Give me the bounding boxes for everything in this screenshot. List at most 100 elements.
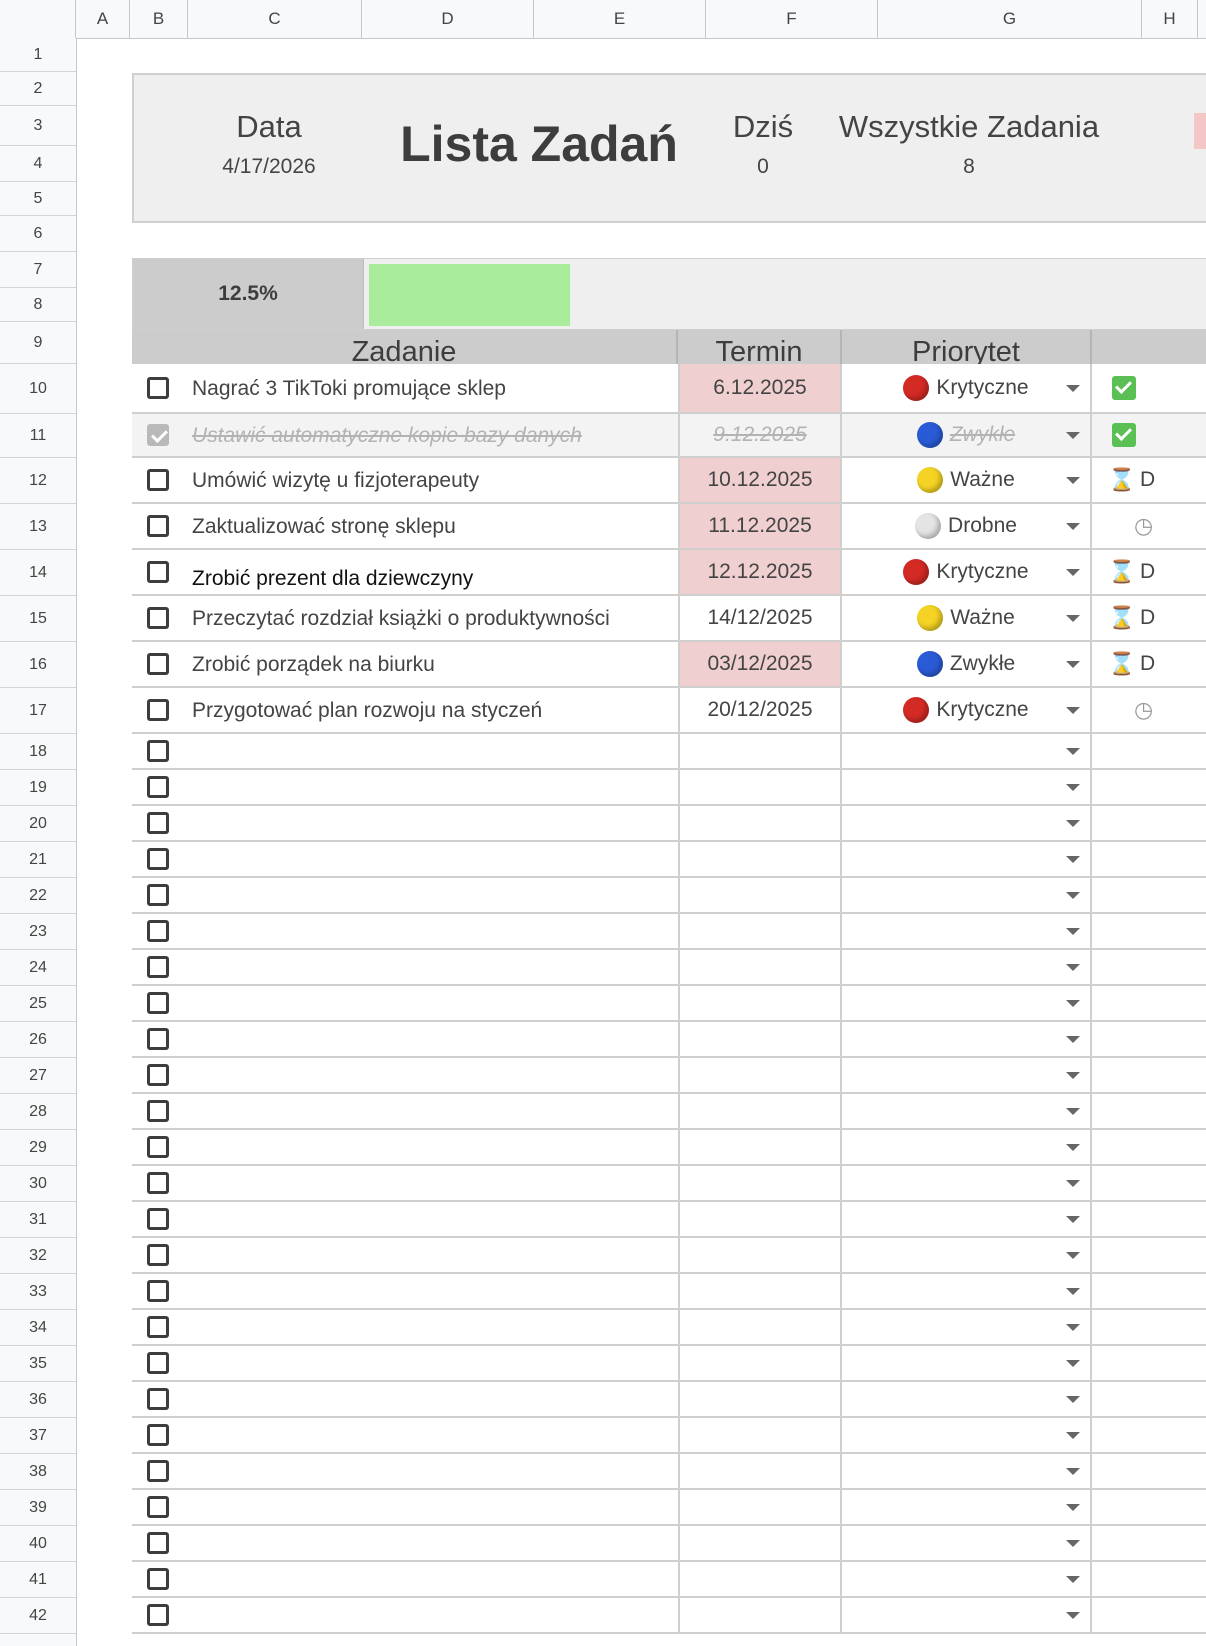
due-date-cell[interactable]: 9.12.2025 <box>678 414 842 456</box>
chevron-down-icon[interactable] <box>1066 385 1080 392</box>
column-header-b[interactable]: B <box>130 0 188 38</box>
chevron-down-icon[interactable] <box>1066 1180 1080 1187</box>
priority-dropdown[interactable] <box>842 1094 1092 1128</box>
task-checkbox[interactable] <box>147 1316 169 1338</box>
priority-dropdown[interactable] <box>842 842 1092 876</box>
column-header-e[interactable]: E <box>534 0 706 38</box>
due-date-cell[interactable] <box>678 1418 842 1452</box>
row-header-5[interactable]: 5 <box>0 182 76 216</box>
column-header-a[interactable]: A <box>76 0 130 38</box>
due-date-cell[interactable] <box>678 950 842 984</box>
row-header-24[interactable]: 24 <box>0 950 76 986</box>
task-checkbox[interactable] <box>147 515 169 537</box>
due-date-cell[interactable] <box>678 878 842 912</box>
priority-dropdown[interactable]: Krytyczne <box>842 550 1092 594</box>
row-header-42[interactable]: 42 <box>0 1598 76 1634</box>
chevron-down-icon[interactable] <box>1066 1288 1080 1295</box>
row-header-10[interactable]: 10 <box>0 364 76 414</box>
chevron-down-icon[interactable] <box>1066 432 1080 439</box>
task-checkbox[interactable] <box>147 1460 169 1482</box>
chevron-down-icon[interactable] <box>1066 784 1080 791</box>
due-date-cell[interactable] <box>678 1022 842 1056</box>
chevron-down-icon[interactable] <box>1066 856 1080 863</box>
priority-dropdown[interactable] <box>842 1526 1092 1560</box>
priority-dropdown[interactable]: Krytyczne <box>842 364 1092 412</box>
row-header-7[interactable]: 7 <box>0 252 76 288</box>
task-checkbox[interactable] <box>147 1604 169 1626</box>
chevron-down-icon[interactable] <box>1066 477 1080 484</box>
priority-dropdown[interactable]: Ważne <box>842 458 1092 502</box>
chevron-down-icon[interactable] <box>1066 1000 1080 1007</box>
due-date-cell[interactable] <box>678 1526 842 1560</box>
row-header-41[interactable]: 41 <box>0 1562 76 1598</box>
task-checkbox[interactable] <box>147 1244 169 1266</box>
priority-dropdown[interactable] <box>842 1598 1092 1632</box>
task-checkbox[interactable] <box>147 1064 169 1086</box>
task-checkbox[interactable] <box>147 1208 169 1230</box>
due-date-cell[interactable] <box>678 1454 842 1488</box>
task-checkbox[interactable] <box>147 653 169 675</box>
due-date-cell[interactable]: 03/12/2025 <box>678 642 842 686</box>
task-name[interactable]: Zaktualizować stronę sklepu <box>192 515 456 539</box>
task-checkbox[interactable] <box>147 992 169 1014</box>
task-checkbox[interactable] <box>147 377 169 399</box>
select-all-corner[interactable] <box>0 0 76 38</box>
row-header-14[interactable]: 14 <box>0 550 76 596</box>
due-date-cell[interactable]: 11.12.2025 <box>678 504 842 548</box>
chevron-down-icon[interactable] <box>1066 964 1080 971</box>
chevron-down-icon[interactable] <box>1066 1396 1080 1403</box>
row-header-25[interactable]: 25 <box>0 986 76 1022</box>
row-header-36[interactable]: 36 <box>0 1382 76 1418</box>
priority-dropdown[interactable] <box>842 878 1092 912</box>
priority-dropdown[interactable] <box>842 1490 1092 1524</box>
row-header-30[interactable]: 30 <box>0 1166 76 1202</box>
priority-dropdown[interactable] <box>842 986 1092 1020</box>
column-header-f[interactable]: F <box>706 0 878 38</box>
task-checkbox[interactable] <box>147 1136 169 1158</box>
chevron-down-icon[interactable] <box>1066 1036 1080 1043</box>
chevron-down-icon[interactable] <box>1066 820 1080 827</box>
priority-dropdown[interactable]: Ważne <box>842 596 1092 640</box>
row-header-40[interactable]: 40 <box>0 1526 76 1562</box>
row-header-12[interactable]: 12 <box>0 458 76 504</box>
row-header-11[interactable]: 11 <box>0 414 76 458</box>
chevron-down-icon[interactable] <box>1066 1576 1080 1583</box>
task-checkbox[interactable] <box>147 1352 169 1374</box>
task-checkbox[interactable] <box>147 812 169 834</box>
due-date-cell[interactable] <box>678 1274 842 1308</box>
priority-dropdown[interactable]: Krytyczne <box>842 688 1092 732</box>
priority-dropdown[interactable]: Zwykłe <box>842 642 1092 686</box>
priority-dropdown[interactable] <box>842 1562 1092 1596</box>
due-date-cell[interactable] <box>678 1598 842 1632</box>
chevron-down-icon[interactable] <box>1066 661 1080 668</box>
due-date-cell[interactable] <box>678 1346 842 1380</box>
due-date-cell[interactable] <box>678 914 842 948</box>
priority-dropdown[interactable] <box>842 1382 1092 1416</box>
row-header-1[interactable]: 1 <box>0 38 76 72</box>
task-checkbox[interactable] <box>147 1388 169 1410</box>
task-checkbox[interactable] <box>147 1532 169 1554</box>
chevron-down-icon[interactable] <box>1066 928 1080 935</box>
chevron-down-icon[interactable] <box>1066 1540 1080 1547</box>
due-date-cell[interactable] <box>678 1202 842 1236</box>
priority-dropdown[interactable] <box>842 1202 1092 1236</box>
due-date-cell[interactable] <box>678 770 842 804</box>
task-name[interactable]: Ustawić automatyczne kopie bazy danych <box>192 424 582 448</box>
task-checkbox[interactable] <box>147 1280 169 1302</box>
chevron-down-icon[interactable] <box>1066 1144 1080 1151</box>
priority-dropdown[interactable] <box>842 1418 1092 1452</box>
row-header-4[interactable]: 4 <box>0 146 76 182</box>
row-header-20[interactable]: 20 <box>0 806 76 842</box>
chevron-down-icon[interactable] <box>1066 523 1080 530</box>
row-header-18[interactable]: 18 <box>0 734 76 770</box>
row-header-13[interactable]: 13 <box>0 504 76 550</box>
row-header-22[interactable]: 22 <box>0 878 76 914</box>
priority-dropdown[interactable] <box>842 1274 1092 1308</box>
chevron-down-icon[interactable] <box>1066 1072 1080 1079</box>
priority-dropdown[interactable] <box>842 770 1092 804</box>
row-header-15[interactable]: 15 <box>0 596 76 642</box>
task-checkbox[interactable] <box>147 884 169 906</box>
due-date-cell[interactable] <box>678 1238 842 1272</box>
task-name[interactable]: Przygotować plan rozwoju na styczeń <box>192 699 542 723</box>
row-header-19[interactable]: 19 <box>0 770 76 806</box>
